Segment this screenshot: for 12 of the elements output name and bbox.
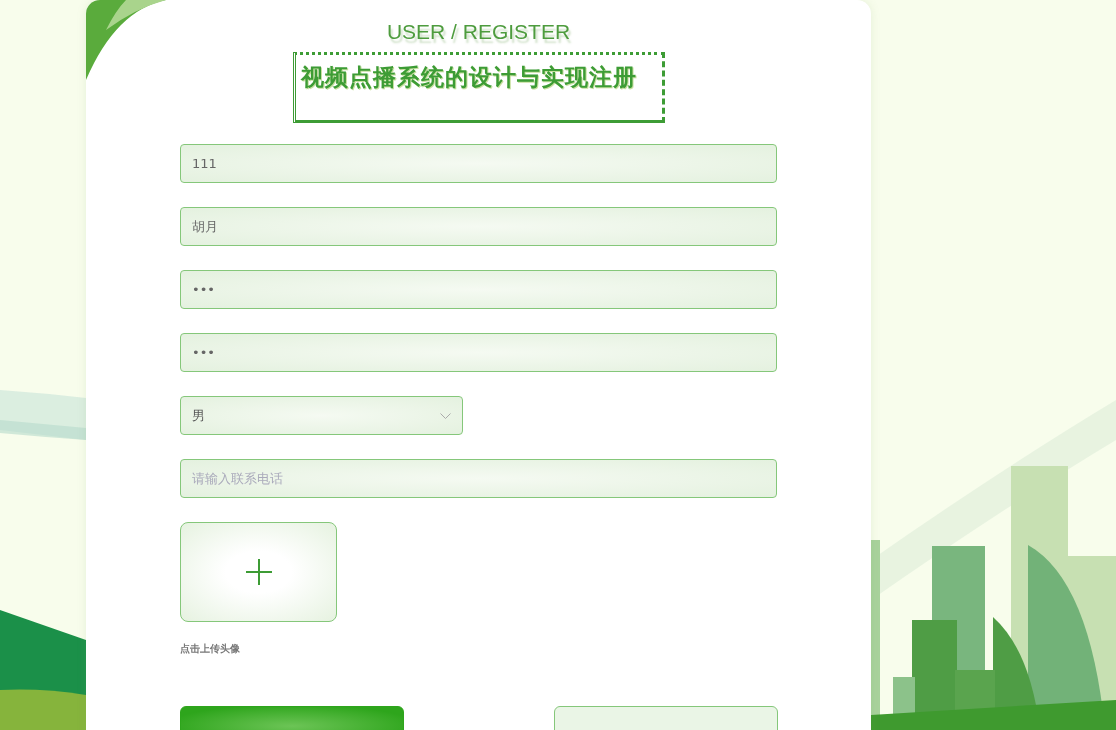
gender-select[interactable]: 男 — [180, 396, 463, 435]
phone-field[interactable]: 请输入联系电话 — [180, 459, 777, 498]
input-field[interactable]: ••• — [180, 270, 777, 309]
page-title: 视频点播系统的设计与实现注册 — [292, 52, 665, 123]
chevron-down-icon — [440, 412, 451, 419]
page-subtitle: USER / REGISTER — [386, 20, 571, 44]
input-field[interactable]: ••• — [180, 333, 777, 372]
avatar-upload[interactable] — [180, 522, 337, 622]
input-field[interactable]: 111 — [180, 144, 777, 183]
input-field[interactable]: 胡月 — [180, 207, 777, 246]
plus-icon — [245, 559, 272, 585]
upload-hint: 点击上传头像 — [180, 642, 240, 656]
